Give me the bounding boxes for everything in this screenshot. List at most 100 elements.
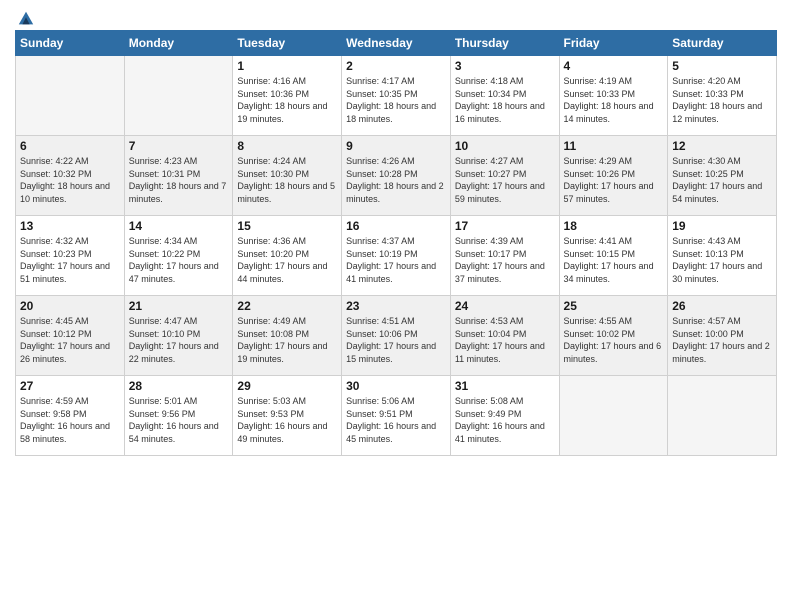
calendar-cell: 23 Sunrise: 4:51 AM Sunset: 10:06 PM Dayl… xyxy=(342,296,451,376)
day-info: Sunrise: 4:22 AM Sunset: 10:32 PM Daylig… xyxy=(20,155,120,205)
day-number: 1 xyxy=(237,59,337,73)
day-info: Sunrise: 4:17 AM Sunset: 10:35 PM Daylig… xyxy=(346,75,446,125)
calendar-cell xyxy=(559,376,668,456)
header-friday: Friday xyxy=(559,31,668,56)
day-info: Sunrise: 4:27 AM Sunset: 10:27 PM Daylig… xyxy=(455,155,555,205)
day-info: Sunrise: 4:16 AM Sunset: 10:36 PM Daylig… xyxy=(237,75,337,125)
day-number: 5 xyxy=(672,59,772,73)
day-info: Sunrise: 4:23 AM Sunset: 10:31 PM Daylig… xyxy=(129,155,229,205)
calendar-week-4: 20Sunrise: 4:45 AM Sunset: 10:12 PM Dayl… xyxy=(16,296,777,376)
day-number: 6 xyxy=(20,139,120,153)
day-number: 18 xyxy=(564,219,664,233)
day-info: Sunrise: 4:26 AM Sunset: 10:28 PM Daylig… xyxy=(346,155,446,205)
calendar-cell: 1 Sunrise: 4:16 AM Sunset: 10:36 PM Dayli… xyxy=(233,56,342,136)
day-number: 7 xyxy=(129,139,229,153)
calendar-cell: 15 Sunrise: 4:36 AM Sunset: 10:20 PM Dayl… xyxy=(233,216,342,296)
day-number: 15 xyxy=(237,219,337,233)
day-info: Sunrise: 4:43 AM Sunset: 10:13 PM Daylig… xyxy=(672,235,772,285)
day-info: Sunrise: 4:57 AM Sunset: 10:00 PM Daylig… xyxy=(672,315,772,365)
day-info: Sunrise: 4:39 AM Sunset: 10:17 PM Daylig… xyxy=(455,235,555,285)
calendar-cell: 19 Sunrise: 4:43 AM Sunset: 10:13 PM Dayl… xyxy=(668,216,777,296)
day-info: Sunrise: 4:18 AM Sunset: 10:34 PM Daylig… xyxy=(455,75,555,125)
day-number: 28 xyxy=(129,379,229,393)
day-number: 14 xyxy=(129,219,229,233)
calendar-cell: 18 Sunrise: 4:41 AM Sunset: 10:15 PM Dayl… xyxy=(559,216,668,296)
calendar-week-5: 27 Sunrise: 4:59 AM Sunset: 9:58 PM Dayli… xyxy=(16,376,777,456)
calendar-cell: 7 Sunrise: 4:23 AM Sunset: 10:31 PM Dayli… xyxy=(124,136,233,216)
day-info: Sunrise: 4:19 AM Sunset: 10:33 PM Daylig… xyxy=(564,75,664,125)
day-number: 27 xyxy=(20,379,120,393)
day-info: Sunrise: 4:30 AM Sunset: 10:25 PM Daylig… xyxy=(672,155,772,205)
calendar-cell xyxy=(668,376,777,456)
day-number: 19 xyxy=(672,219,772,233)
header-saturday: Saturday xyxy=(668,31,777,56)
day-info: Sunrise: 4:51 AM Sunset: 10:06 PM Daylig… xyxy=(346,315,446,365)
day-info: Sunrise: 4:59 AM Sunset: 9:58 PM Dayligh… xyxy=(20,395,120,445)
calendar-cell: 8Sunrise: 4:24 AM Sunset: 10:30 PM Dayli… xyxy=(233,136,342,216)
day-number: 20 xyxy=(20,299,120,313)
day-number: 11 xyxy=(564,139,664,153)
day-number: 9 xyxy=(346,139,446,153)
calendar-week-3: 13 Sunrise: 4:32 AM Sunset: 10:23 PM Dayl… xyxy=(16,216,777,296)
day-info: Sunrise: 4:37 AM Sunset: 10:19 PM Daylig… xyxy=(346,235,446,285)
calendar-cell xyxy=(16,56,125,136)
day-info: Sunrise: 4:49 AM Sunset: 10:08 PM Daylig… xyxy=(237,315,337,365)
day-number: 13 xyxy=(20,219,120,233)
calendar-cell: 3 Sunrise: 4:18 AM Sunset: 10:34 PM Dayli… xyxy=(450,56,559,136)
calendar-week-2: 6 Sunrise: 4:22 AM Sunset: 10:32 PM Dayli… xyxy=(16,136,777,216)
calendar-cell: 28 Sunrise: 5:01 AM Sunset: 9:56 PM Dayli… xyxy=(124,376,233,456)
calendar-cell: 26Sunrise: 4:57 AM Sunset: 10:00 PM Dayl… xyxy=(668,296,777,376)
day-info: Sunrise: 4:36 AM Sunset: 10:20 PM Daylig… xyxy=(237,235,337,285)
day-number: 31 xyxy=(455,379,555,393)
day-number: 2 xyxy=(346,59,446,73)
day-number: 30 xyxy=(346,379,446,393)
calendar-cell: 17 Sunrise: 4:39 AM Sunset: 10:17 PM Dayl… xyxy=(450,216,559,296)
day-number: 22 xyxy=(237,299,337,313)
day-info: Sunrise: 5:03 AM Sunset: 9:53 PM Dayligh… xyxy=(237,395,337,445)
calendar-cell: 20Sunrise: 4:45 AM Sunset: 10:12 PM Dayl… xyxy=(16,296,125,376)
calendar-cell: 27 Sunrise: 4:59 AM Sunset: 9:58 PM Dayli… xyxy=(16,376,125,456)
calendar-header-row: SundayMondayTuesdayWednesdayThursdayFrid… xyxy=(16,31,777,56)
day-info: Sunrise: 4:41 AM Sunset: 10:15 PM Daylig… xyxy=(564,235,664,285)
calendar-cell: 29 Sunrise: 5:03 AM Sunset: 9:53 PM Dayli… xyxy=(233,376,342,456)
day-info: Sunrise: 4:20 AM Sunset: 10:33 PM Daylig… xyxy=(672,75,772,125)
day-number: 21 xyxy=(129,299,229,313)
calendar-cell: 6 Sunrise: 4:22 AM Sunset: 10:32 PM Dayli… xyxy=(16,136,125,216)
calendar-cell: 24Sunrise: 4:53 AM Sunset: 10:04 PM Dayl… xyxy=(450,296,559,376)
day-number: 10 xyxy=(455,139,555,153)
calendar-cell: 12 Sunrise: 4:30 AM Sunset: 10:25 PM Dayl… xyxy=(668,136,777,216)
logo xyxy=(15,10,35,24)
header-tuesday: Tuesday xyxy=(233,31,342,56)
day-info: Sunrise: 4:32 AM Sunset: 10:23 PM Daylig… xyxy=(20,235,120,285)
day-number: 23 xyxy=(346,299,446,313)
day-number: 29 xyxy=(237,379,337,393)
calendar-cell: 22 Sunrise: 4:49 AM Sunset: 10:08 PM Dayl… xyxy=(233,296,342,376)
calendar-cell: 25Sunrise: 4:55 AM Sunset: 10:02 PM Dayl… xyxy=(559,296,668,376)
header-wednesday: Wednesday xyxy=(342,31,451,56)
day-number: 3 xyxy=(455,59,555,73)
calendar-cell: 10 Sunrise: 4:27 AM Sunset: 10:27 PM Dayl… xyxy=(450,136,559,216)
calendar-cell: 2 Sunrise: 4:17 AM Sunset: 10:35 PM Dayli… xyxy=(342,56,451,136)
calendar-cell: 13 Sunrise: 4:32 AM Sunset: 10:23 PM Dayl… xyxy=(16,216,125,296)
calendar-cell: 5 Sunrise: 4:20 AM Sunset: 10:33 PM Dayli… xyxy=(668,56,777,136)
day-info: Sunrise: 5:06 AM Sunset: 9:51 PM Dayligh… xyxy=(346,395,446,445)
day-info: Sunrise: 4:53 AM Sunset: 10:04 PM Daylig… xyxy=(455,315,555,365)
day-number: 17 xyxy=(455,219,555,233)
day-info: Sunrise: 5:08 AM Sunset: 9:49 PM Dayligh… xyxy=(455,395,555,445)
day-number: 12 xyxy=(672,139,772,153)
day-info: Sunrise: 4:29 AM Sunset: 10:26 PM Daylig… xyxy=(564,155,664,205)
calendar-cell: 30 Sunrise: 5:06 AM Sunset: 9:51 PM Dayli… xyxy=(342,376,451,456)
day-info: Sunrise: 5:01 AM Sunset: 9:56 PM Dayligh… xyxy=(129,395,229,445)
calendar-cell: 11 Sunrise: 4:29 AM Sunset: 10:26 PM Dayl… xyxy=(559,136,668,216)
calendar-cell: 31 Sunrise: 5:08 AM Sunset: 9:49 PM Dayli… xyxy=(450,376,559,456)
day-number: 25 xyxy=(564,299,664,313)
page-header xyxy=(15,10,777,24)
day-info: Sunrise: 4:47 AM Sunset: 10:10 PM Daylig… xyxy=(129,315,229,365)
calendar-cell: 16Sunrise: 4:37 AM Sunset: 10:19 PM Dayl… xyxy=(342,216,451,296)
header-monday: Monday xyxy=(124,31,233,56)
day-number: 8 xyxy=(237,139,337,153)
header-sunday: Sunday xyxy=(16,31,125,56)
calendar-cell xyxy=(124,56,233,136)
calendar: SundayMondayTuesdayWednesdayThursdayFrid… xyxy=(15,30,777,456)
logo-icon xyxy=(17,10,35,28)
